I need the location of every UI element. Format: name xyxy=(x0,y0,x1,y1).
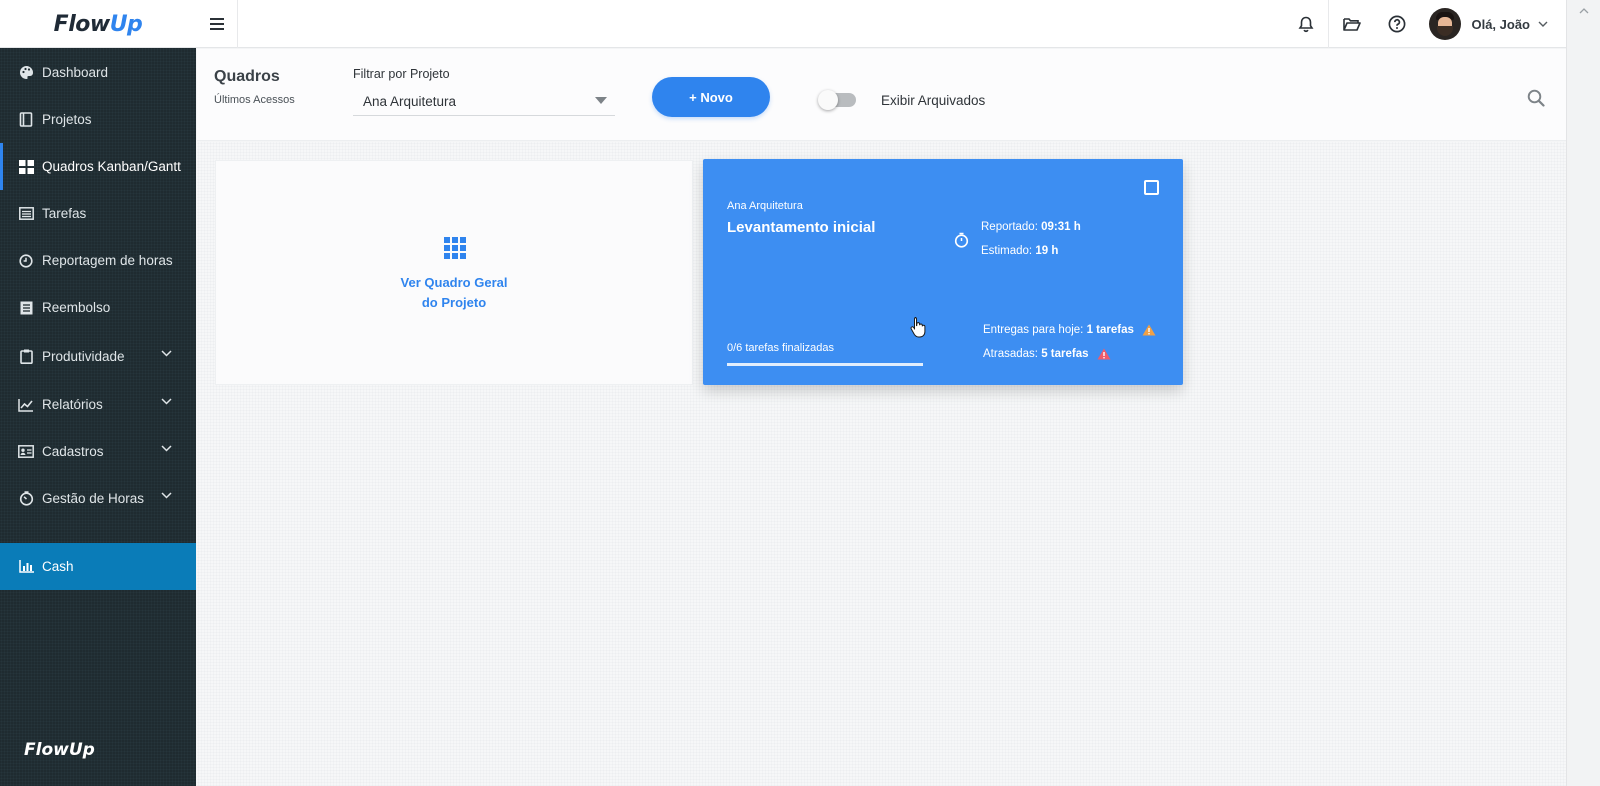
notifications-button[interactable] xyxy=(1284,0,1330,48)
sidebar-item-label: Reembolso xyxy=(42,300,111,315)
sidebar-item-label: Reportagem de horas xyxy=(42,253,173,268)
sidebar-item-reembolso[interactable]: Reembolso xyxy=(0,284,196,331)
late-tasks: Atrasadas: 5 tarefas xyxy=(983,348,1111,360)
sidebar-item-label: Gestão de Horas xyxy=(42,491,145,506)
document-icon xyxy=(18,300,34,316)
brand-up: Up xyxy=(109,11,143,37)
clock-icon xyxy=(18,253,34,269)
project-filter-value: Ana Arquitetura xyxy=(363,94,457,109)
page-scrollbar[interactable] xyxy=(1566,0,1600,786)
files-button[interactable] xyxy=(1329,0,1374,48)
search-icon[interactable] xyxy=(1527,89,1545,107)
due-today-label: Entregas para hoje: xyxy=(983,324,1084,336)
line-chart-icon xyxy=(18,397,34,413)
overview-card-label: Ver Quadro Geral xyxy=(400,275,508,290)
estimated-label: Estimado: xyxy=(981,245,1033,257)
sidebar-item-label: Dashboard xyxy=(42,65,109,80)
sidebar-item-dashboard[interactable]: Dashboard xyxy=(0,49,196,96)
palette-icon xyxy=(18,65,34,81)
project-filter-label: Filtrar por Projeto xyxy=(353,67,450,81)
reported-value: 09:31 h xyxy=(1041,221,1081,233)
page-subtitle: Últimos Acessos xyxy=(214,94,295,106)
bar-chart-icon xyxy=(18,559,34,575)
avatar xyxy=(1429,8,1462,40)
boards-area: Ver Quadro Geral do Projeto Ana Arquitet… xyxy=(197,142,1566,786)
list-icon xyxy=(18,206,34,222)
grid-icon xyxy=(18,159,34,175)
id-card-icon xyxy=(18,444,34,460)
sidebar-footer-logo: FlowUp xyxy=(24,740,95,760)
help-button[interactable] xyxy=(1374,0,1419,48)
brand-logo[interactable]: FlowUp xyxy=(0,0,196,48)
chevron-down-icon xyxy=(161,445,172,452)
board-project-name: Ana Arquitetura xyxy=(727,200,803,212)
sidebar-item-label: Cash xyxy=(42,559,74,574)
chevron-down-icon xyxy=(1538,21,1548,27)
new-board-button[interactable]: + Novo xyxy=(652,77,770,117)
user-menu[interactable]: Olá, João xyxy=(1419,0,1566,48)
clipboard-icon xyxy=(18,349,34,365)
show-archived-toggle[interactable] xyxy=(818,90,856,110)
late-value: 5 tarefas xyxy=(1041,348,1089,360)
show-archived-label: Exibir Arquivados xyxy=(881,93,986,108)
estimated-value: 19 h xyxy=(1035,245,1059,257)
sidebar-item-tarefas[interactable]: Tarefas xyxy=(0,190,196,237)
hand-cursor-icon xyxy=(910,317,926,338)
brand-flow: Flow xyxy=(53,11,111,37)
sidebar-item-label: Cadastros xyxy=(42,444,104,459)
reported-hours: Reportado: 09:31 h xyxy=(981,221,1081,233)
scroll-up-arrow-icon[interactable] xyxy=(1575,6,1593,16)
due-today: Entregas para hoje: 1 tarefas xyxy=(983,324,1156,336)
board-title: Levantamento inicial xyxy=(727,219,876,236)
bell-icon xyxy=(1298,16,1314,32)
sidebar-item-cadastros[interactable]: Cadastros xyxy=(0,428,196,475)
sidebar-item-produtividade[interactable]: Produtividade xyxy=(0,333,196,380)
tasks-done-text: 0/6 tarefas finalizadas xyxy=(727,342,835,354)
hamburger-icon xyxy=(210,18,224,30)
sidebar-item-label: Produtividade xyxy=(42,349,125,364)
sidebar-item-cash[interactable]: Cash xyxy=(0,543,196,590)
sidebar-item-label: Quadros Kanban/Gantt xyxy=(42,159,181,174)
stopwatch-icon xyxy=(18,491,34,507)
menu-toggle-button[interactable] xyxy=(197,0,238,48)
user-greeting: Olá, João xyxy=(1471,16,1530,32)
project-filter-select[interactable]: Ana Arquitetura xyxy=(353,88,615,116)
overview-card-label: do Projeto xyxy=(421,295,487,310)
sidebar-item-label: Projetos xyxy=(42,112,92,127)
folder-open-icon xyxy=(1343,17,1361,31)
book-icon xyxy=(18,112,34,128)
sidebar-item-reportagem[interactable]: Reportagem de horas xyxy=(0,237,196,284)
sidebar: Dashboard Projetos Quadros Kanban/Gantt … xyxy=(0,48,196,786)
sidebar-item-projetos[interactable]: Projetos xyxy=(0,96,196,143)
chevron-down-icon xyxy=(161,492,172,499)
warning-red-icon xyxy=(1097,348,1111,360)
progress-bar xyxy=(727,363,923,366)
board-select-checkbox[interactable] xyxy=(1144,180,1159,195)
sidebar-item-quadros[interactable]: Quadros Kanban/Gantt xyxy=(0,143,196,190)
apps-grid-icon xyxy=(444,237,466,259)
sidebar-item-gestao-horas[interactable]: Gestão de Horas xyxy=(0,475,196,522)
late-label: Atrasadas: xyxy=(983,348,1038,360)
due-today-value: 1 tarefas xyxy=(1086,324,1134,336)
estimated-hours: Estimado: 19 h xyxy=(981,245,1058,257)
sidebar-item-relatorios[interactable]: Relatórios xyxy=(0,381,196,428)
top-bar: FlowUp Olá, João xyxy=(0,0,1566,48)
chevron-down-icon xyxy=(161,398,172,405)
chevron-down-icon xyxy=(161,350,172,357)
content-header: Quadros Últimos Acessos Filtrar por Proj… xyxy=(197,49,1566,141)
board-card[interactable]: Ana Arquitetura Levantamento inicial Rep… xyxy=(703,159,1183,385)
page-title: Quadros xyxy=(214,68,280,85)
help-circle-icon xyxy=(1388,15,1406,33)
sidebar-item-label: Relatórios xyxy=(42,397,103,412)
stopwatch-icon xyxy=(954,232,969,248)
project-overview-card[interactable]: Ver Quadro Geral do Projeto xyxy=(215,160,693,385)
reported-label: Reportado: xyxy=(981,221,1038,233)
warning-orange-icon xyxy=(1142,324,1156,336)
toggle-knob xyxy=(818,90,838,110)
sidebar-item-label: Tarefas xyxy=(42,206,87,221)
caret-down-icon xyxy=(595,97,607,104)
